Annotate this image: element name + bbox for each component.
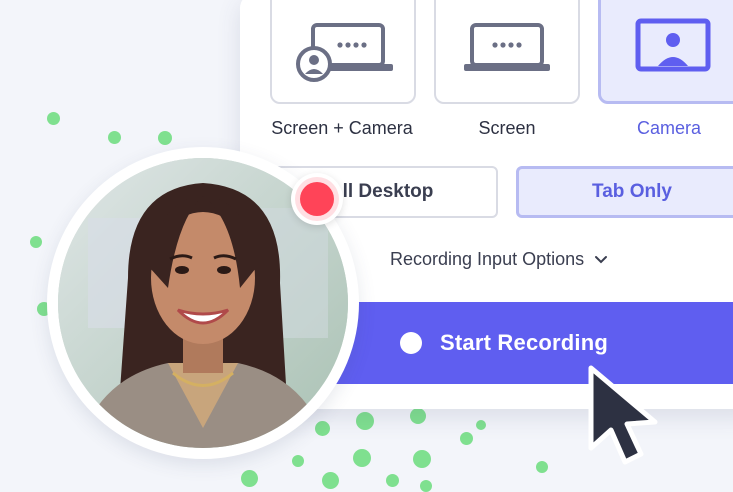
mode-label-screen-camera: Screen + Camera <box>271 118 413 138</box>
laptop-icon <box>464 23 550 71</box>
recording-red-dot-icon <box>300 182 334 216</box>
recording-input-options-label: Recording Input Options <box>390 249 585 269</box>
mouse-cursor-icon <box>588 365 658 465</box>
start-recording-label: Start Recording <box>440 330 609 355</box>
recording-input-options-toggle[interactable]: Recording Input Options <box>390 249 608 270</box>
record-dot-icon <box>400 332 422 354</box>
recording-indicator <box>291 173 343 225</box>
mode-label-screen: Screen <box>478 118 536 138</box>
start-recording-button[interactable]: Start Recording <box>300 302 733 384</box>
mode-camera-card[interactable] <box>598 0 733 104</box>
mode-label-camera: Camera <box>636 118 702 138</box>
mode-screen-card[interactable] <box>434 0 580 104</box>
chevron-down-icon <box>595 255 608 263</box>
tab-only-option[interactable]: Tab Only <box>516 166 733 218</box>
mode-screen-camera-card[interactable] <box>270 0 416 104</box>
full-desktop-label: ll Desktop <box>342 181 434 202</box>
webcam-person-icon <box>635 18 711 72</box>
tab-only-label: Tab Only <box>592 181 672 202</box>
laptop-with-camera-icon <box>296 23 393 82</box>
